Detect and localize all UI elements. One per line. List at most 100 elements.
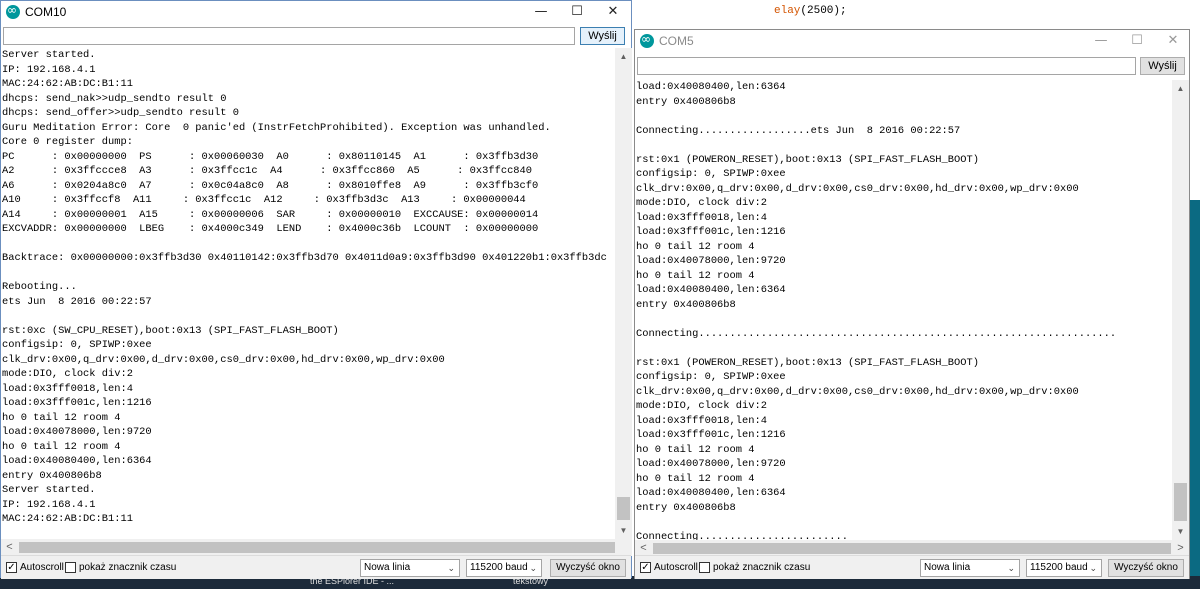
serial-line: load:0x40078000,len:9720 (636, 255, 786, 267)
serial-line: Guru Meditation Error: Core 0 panic'ed (… (2, 121, 551, 134)
scroll-thumb[interactable] (1174, 483, 1187, 521)
chevron-down-icon: ⌄ (1089, 563, 1097, 573)
background-code-line: elay(2500); (774, 5, 847, 17)
scroll-thumb[interactable] (617, 497, 630, 520)
serial-output-lines: load:0x40080400,len:6364 entry 0x400806b8… (636, 80, 1116, 540)
line-ending-select[interactable]: Nowa linia ⌄ (360, 559, 460, 577)
serial-line: entry 0x400806b8 (636, 95, 736, 108)
serial-line: rst:0x1 (POWERON_RESET),boot:0x13 (SPI_F… (636, 153, 979, 166)
serial-line: load:0x40078000,len:9720 (636, 458, 786, 470)
vertical-scrollbar[interactable]: ▲ ▼ (1172, 80, 1189, 540)
serial-line: A2 : 0x3ffccce8 A3 : 0x3ffcc1c A4 : 0x3f… (2, 165, 533, 177)
line-ending-select[interactable]: Nowa linia ⌄ (920, 559, 1020, 577)
serial-monitor-com10: COM10 — ☐ ✕ Wyślij Server started. IP: 19… (0, 0, 632, 579)
serial-line: load:0x3fff001c,len:1216 (2, 397, 152, 409)
title-bar[interactable]: COM10 — ☐ ✕ (1, 1, 631, 23)
scroll-up-icon[interactable]: ▲ (615, 48, 632, 65)
serial-line: rst:0xc (SW_CPU_RESET),boot:0x13 (SPI_FA… (2, 324, 339, 337)
serial-output: load:0x40080400,len:6364 entry 0x400806b8… (635, 80, 1172, 540)
timestamp-checkbox[interactable] (65, 562, 76, 573)
arduino-icon (6, 3, 20, 19)
serial-line (636, 109, 1116, 124)
horizontal-scrollbar[interactable]: < (1, 539, 632, 556)
minimize-icon[interactable]: — (523, 1, 559, 23)
vertical-scrollbar[interactable]: ▲ ▼ (615, 48, 632, 539)
serial-line (636, 312, 1116, 327)
serial-line: ho 0 tail 12 room 4 (2, 440, 121, 453)
serial-monitor-com5: COM5 — ☐ ✕ Wyślij load:0x40080400,len:63… (634, 29, 1190, 579)
chevron-down-icon: ⌄ (529, 563, 537, 573)
serial-line: Server started. (2, 484, 96, 496)
code-function-name: elay (774, 5, 801, 17)
close-icon[interactable]: ✕ (595, 1, 631, 23)
serial-line: A10 : 0x3ffccf8 A11 : 0x3ffcc1c A12 : 0x… (2, 194, 526, 206)
serial-line: MAC:24:62:AB:DC:B1:11 (2, 78, 133, 90)
clear-output-button[interactable]: Wyczyść okno (1108, 559, 1184, 577)
send-input[interactable] (637, 57, 1136, 75)
send-input[interactable] (3, 27, 575, 45)
serial-line: configsip: 0, SPIWP:0xee (636, 168, 786, 180)
scroll-thumb[interactable] (653, 543, 1171, 554)
scroll-thumb[interactable] (19, 542, 615, 553)
serial-line: mode:DIO, clock div:2 (2, 368, 133, 380)
scroll-left-icon[interactable]: < (1, 539, 18, 556)
serial-line: A14 : 0x00000001 A15 : 0x00000006 SAR : … (2, 208, 539, 221)
serial-line: ho 0 tail 12 room 4 (636, 240, 755, 253)
chevron-down-icon: ⌄ (447, 563, 455, 573)
serial-output: Server started. IP: 192.168.4.1 MAC:24:62:… (1, 48, 615, 539)
serial-line: MAC:24:62:AB:DC:B1:11 (2, 513, 133, 525)
baud-rate-select[interactable]: 115200 baud ⌄ (1026, 559, 1102, 577)
autoscroll-label: Autoscroll (20, 562, 64, 573)
serial-line: ho 0 tail 12 room 4 (636, 269, 755, 282)
serial-line: dhcps: send_offer>>udp_sendto result 0 (2, 107, 239, 119)
serial-line: dhcps: send_nak>>udp_sendto result 0 (2, 92, 227, 105)
serial-line: A6 : 0x0204a8c0 A7 : 0x0c04a8c0 A8 : 0x8… (2, 179, 539, 192)
autoscroll-label: Autoscroll (654, 562, 698, 573)
serial-line: entry 0x400806b8 (636, 298, 736, 311)
serial-line: rst:0x1 (POWERON_RESET),boot:0x13 (SPI_F… (636, 356, 979, 369)
serial-line: ho 0 tail 12 room 4 (636, 472, 755, 485)
send-row: Wyślij (1, 25, 631, 49)
serial-line: load:0x3fff0018,len:4 (636, 414, 767, 427)
serial-line: IP: 192.168.4.1 (2, 498, 96, 511)
title-bar[interactable]: COM5 — ☐ ✕ (635, 30, 1189, 52)
serial-line: PC : 0x00000000 PS : 0x00060030 A0 : 0x8… (2, 150, 539, 163)
serial-line: Connecting..............................… (636, 327, 1117, 340)
send-button[interactable]: Wyślij (1140, 57, 1185, 75)
serial-output-lines: Server started. IP: 192.168.4.1 MAC:24:62:… (2, 48, 607, 527)
serial-line (636, 341, 1116, 356)
serial-line: ets Jun 8 2016 00:22:57 (2, 295, 152, 308)
baud-rate-select[interactable]: 115200 baud ⌄ (466, 559, 542, 577)
window-title: COM5 (659, 34, 694, 48)
serial-line: IP: 192.168.4.1 (2, 63, 96, 76)
serial-line (636, 138, 1116, 153)
serial-line: ho 0 tail 12 room 4 (2, 411, 121, 424)
serial-line: Connecting..................ets Jun 8 20… (636, 124, 961, 137)
autoscroll-checkbox[interactable]: ✓ (640, 562, 651, 573)
scroll-down-icon[interactable]: ▼ (1172, 523, 1189, 540)
scroll-down-icon[interactable]: ▼ (615, 522, 632, 539)
serial-line: load:0x40080400,len:6364 (2, 455, 152, 467)
serial-line: mode:DIO, clock div:2 (636, 197, 767, 209)
serial-line (2, 237, 607, 252)
status-bar: ✓ Autoscroll pokaż znacznik czasu Nowa l… (635, 555, 1189, 579)
autoscroll-checkbox[interactable]: ✓ (6, 562, 17, 573)
serial-line: clk_drv:0x00,q_drv:0x00,d_drv:0x00,cs0_d… (636, 182, 1079, 195)
serial-line: load:0x40080400,len:6364 (636, 487, 786, 499)
serial-line: EXCVADDR: 0x00000000 LBEG : 0x4000c349 L… (2, 223, 539, 235)
scroll-up-icon[interactable]: ▲ (1172, 80, 1189, 97)
serial-line: configsip: 0, SPIWP:0xee (2, 339, 152, 351)
minimize-icon[interactable]: — (1083, 30, 1119, 52)
code-args: (2500); (800, 5, 847, 17)
timestamp-checkbox[interactable] (699, 562, 710, 573)
serial-line: configsip: 0, SPIWP:0xee (636, 371, 786, 383)
close-icon[interactable]: ✕ (1155, 30, 1191, 52)
send-button[interactable]: Wyślij (580, 27, 625, 45)
serial-line: Connecting........................ (636, 530, 849, 541)
serial-line: Rebooting... (2, 281, 77, 293)
serial-line: Core 0 register dump: (2, 136, 133, 148)
maximize-icon[interactable]: ☐ (559, 1, 595, 23)
timestamp-label: pokaż znacznik czasu (79, 562, 177, 573)
clear-output-button[interactable]: Wyczyść okno (550, 559, 626, 577)
maximize-icon[interactable]: ☐ (1119, 30, 1155, 52)
